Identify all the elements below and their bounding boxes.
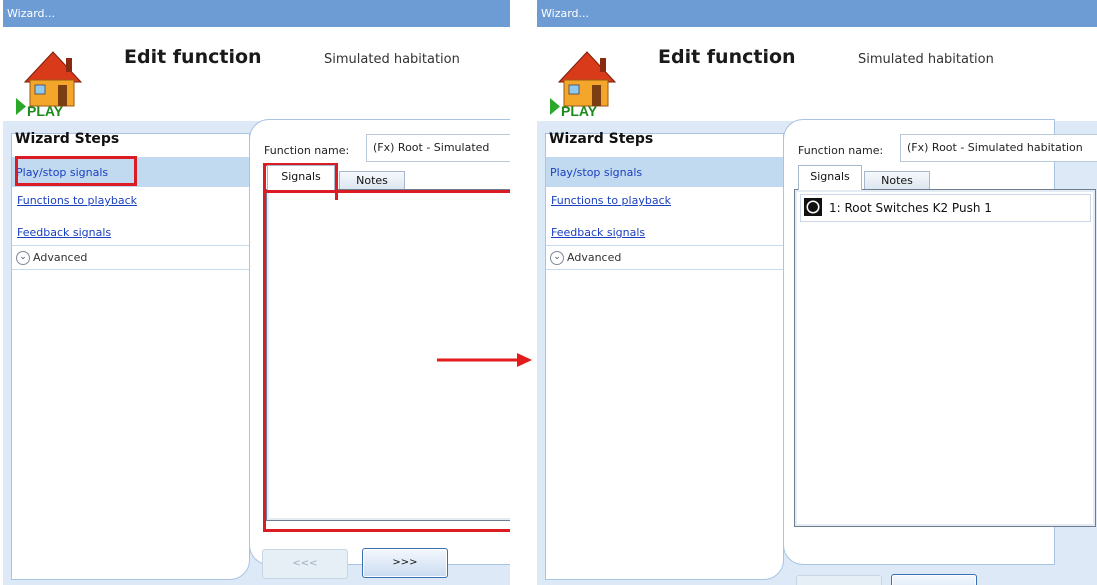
function-name-label: Function name:	[798, 144, 884, 157]
step-label: Play/stop signals	[550, 166, 643, 179]
page-title: Edit function	[658, 46, 796, 68]
step-play-stop-signals[interactable]: Play/stop signals	[546, 157, 783, 187]
svg-text:PLAY: PLAY	[27, 103, 64, 119]
window-title: Wizard...	[537, 0, 1097, 27]
next-button[interactable]: >>>	[362, 548, 448, 578]
play-logo-icon: PLAY	[550, 51, 617, 119]
step-feedback-signals[interactable]: Feedback signals	[551, 226, 645, 239]
wizard-body: Wizard Steps Play/stop signals Functions…	[537, 119, 1097, 585]
function-name-label: Function name:	[264, 144, 350, 157]
signal-label: 1: Root Switches K2 Push 1	[829, 201, 992, 215]
chevron-down-icon: ⌄	[16, 251, 30, 265]
back-button[interactable]: <<<	[796, 575, 882, 585]
header: PLAY Edit function Simulated habitation	[3, 27, 510, 121]
header: PLAY Edit function Simulated habitation	[537, 27, 1097, 121]
wizard-steps-panel: Wizard Steps Play/stop signals Functions…	[545, 131, 784, 580]
step-feedback-signals[interactable]: Feedback signals	[17, 226, 111, 239]
divider	[546, 269, 783, 270]
wizard-window-after: Wizard... PLAY Edit function Simulated h…	[537, 0, 1097, 585]
wizard-steps-title: Wizard Steps	[549, 131, 654, 147]
wizard-steps-panel: Wizard Steps Play/stop signals Functions…	[11, 131, 250, 580]
signals-list[interactable]: 1: Root Switches K2 Push 1	[794, 189, 1096, 527]
divider	[546, 245, 783, 246]
wizard-window-before: Wizard... PLAY Edit function Simulated h…	[3, 0, 510, 585]
function-name-field[interactable]: (Fx) Root - Simulated habitation	[900, 134, 1097, 162]
page-subtitle: Simulated habitation	[324, 52, 460, 67]
transition-arrow-icon	[437, 353, 532, 367]
next-button[interactable]: >>>	[891, 574, 977, 585]
back-button[interactable]: <<<	[262, 549, 348, 579]
function-name-field[interactable]: (Fx) Root - Simulated	[366, 134, 510, 162]
advanced-label: Advanced	[33, 251, 88, 264]
signal-icon	[804, 198, 822, 216]
tab-notes[interactable]: Notes	[339, 171, 405, 190]
page-subtitle: Simulated habitation	[858, 52, 994, 67]
list-item[interactable]: 1: Root Switches K2 Push 1	[800, 194, 1091, 222]
advanced-label: Advanced	[567, 251, 622, 264]
window-title: Wizard...	[3, 0, 510, 27]
tab-signals[interactable]: Signals	[267, 165, 335, 190]
divider	[12, 269, 249, 270]
divider	[12, 245, 249, 246]
play-logo-icon: PLAY	[16, 51, 83, 119]
function-panel: Function name: (Fx) Root - Simulated hab…	[783, 119, 1097, 565]
advanced-toggle[interactable]: ⌄ Advanced	[550, 251, 621, 265]
step-functions-to-playback[interactable]: Functions to playback	[551, 194, 671, 207]
tab-signals[interactable]: Signals	[798, 165, 862, 190]
step-functions-to-playback[interactable]: Functions to playback	[17, 194, 137, 207]
tab-notes[interactable]: Notes	[864, 171, 930, 190]
chevron-down-icon: ⌄	[550, 251, 564, 265]
page-title: Edit function	[124, 46, 262, 68]
svg-text:PLAY: PLAY	[561, 103, 598, 119]
highlight-box	[15, 156, 137, 186]
wizard-steps-title: Wizard Steps	[15, 131, 120, 147]
advanced-toggle[interactable]: ⌄ Advanced	[16, 251, 87, 265]
